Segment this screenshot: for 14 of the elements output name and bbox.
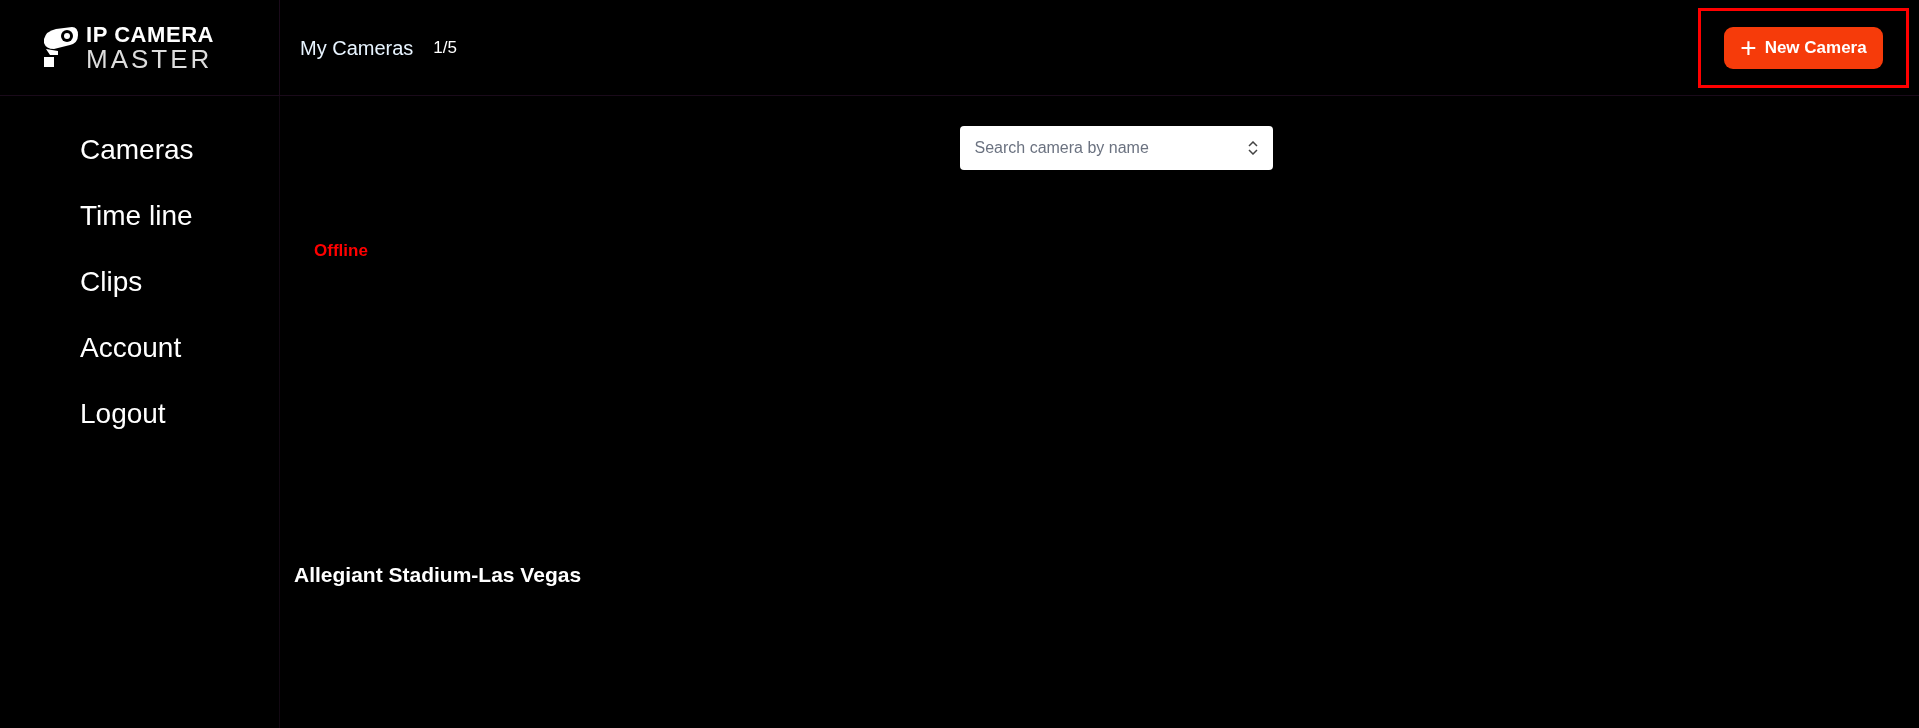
logo-text: MASTER	[86, 45, 214, 72]
camera-name: Allegiant Stadium-Las Vegas	[294, 561, 582, 588]
page-title: My Cameras	[300, 35, 414, 61]
sidebar-item[interactable]: Account	[80, 328, 182, 368]
search-field[interactable]: Search camera by name	[959, 126, 1273, 170]
sidebar-item[interactable]: Cameras	[80, 130, 194, 170]
new-camera-button[interactable]: + New Camera	[1724, 26, 1883, 69]
camera-count: 1/5	[433, 36, 457, 59]
chevron-up-down-icon	[1247, 141, 1258, 155]
status-label: Offline	[314, 240, 368, 262]
sidebar-item[interactable]: Logout	[80, 394, 166, 434]
sidebar-item[interactable]: Clips	[80, 262, 143, 302]
logo-text: IP CAMERA	[86, 23, 214, 46]
sidebar-item[interactable]: Time line	[80, 196, 193, 236]
